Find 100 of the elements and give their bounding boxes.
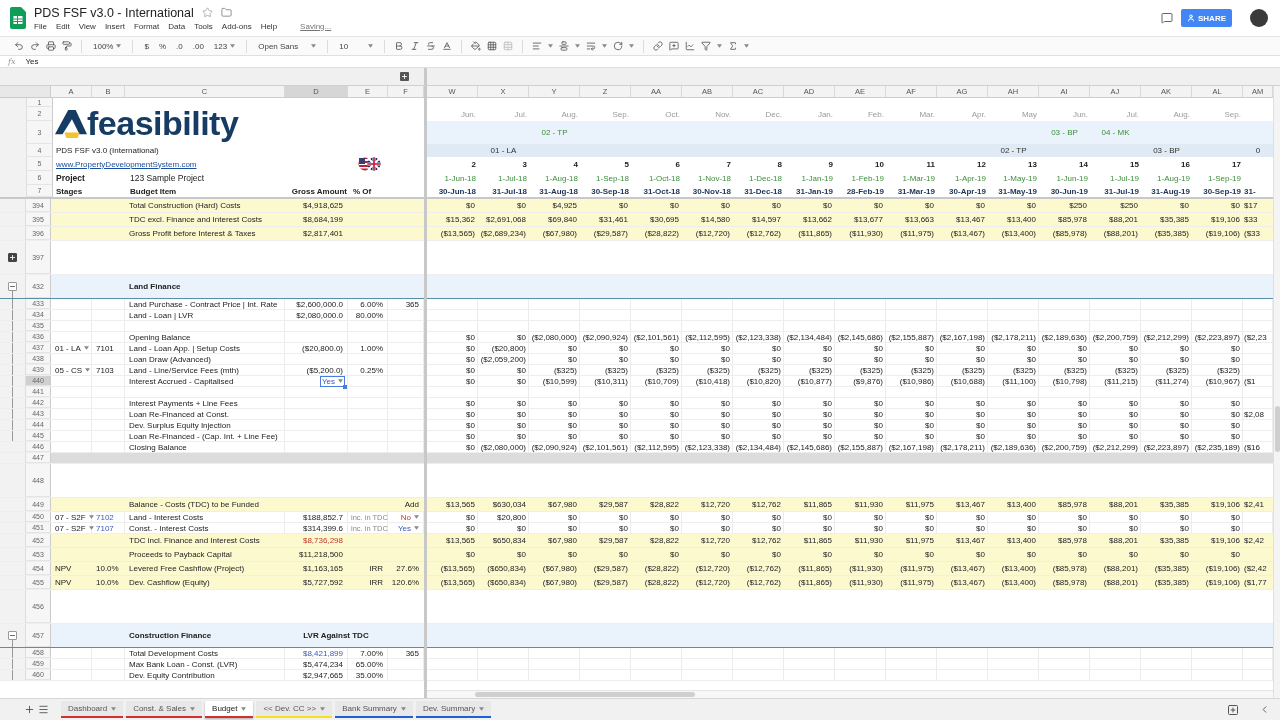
menu-item[interactable]: Data [168, 21, 186, 31]
menu-item[interactable]: Format [133, 21, 160, 31]
rate-cell: 65.00% [354, 659, 384, 669]
value-cell: $0 [925, 354, 934, 364]
sheet-tab[interactable]: Dev. Summary [415, 701, 492, 718]
amount-cell: $8,421,899 [301, 648, 344, 658]
month-label: Sep. [1224, 109, 1241, 119]
sheet-tab[interactable]: Dashboard [61, 701, 124, 718]
value-cell: ($325) [1012, 365, 1036, 375]
currency-format-button[interactable]: $ [142, 41, 151, 51]
scrollbar-thumb[interactable] [1275, 406, 1280, 452]
undo-icon[interactable] [14, 41, 24, 51]
sheet-tab[interactable]: Bank Summary [335, 701, 413, 718]
menu-item[interactable]: Tools [194, 21, 213, 31]
group-toggle[interactable] [8, 253, 17, 262]
decrease-decimals-button[interactable]: .0 [174, 41, 185, 51]
value-cell: $0 [1231, 523, 1240, 533]
value-cell: $0 [619, 398, 628, 408]
sheet-tab[interactable]: Budget [205, 701, 254, 718]
sheet-tab[interactable]: << Dev. CC >> [256, 701, 333, 718]
vertical-align-icon[interactable] [559, 41, 570, 51]
stage-cell[interactable]: 01 - LA [54, 343, 90, 353]
value-cell: $0 [976, 512, 985, 522]
menu-item[interactable]: Add-ons [221, 21, 252, 31]
redo-icon[interactable] [30, 41, 40, 51]
value-cell: ($28,822) [644, 578, 679, 587]
fill-color-icon[interactable] [471, 41, 482, 51]
italic-icon[interactable] [410, 41, 421, 51]
value-cell: $0 [466, 332, 475, 342]
stage-cell[interactable]: 07 - S2F [54, 523, 95, 533]
zoom-select[interactable]: 100% [91, 41, 124, 51]
value-cell: ($11,930) [849, 578, 883, 587]
option-cell[interactable]: No [399, 512, 420, 522]
group-toggle[interactable] [8, 631, 17, 640]
value-cell: $0 [925, 398, 934, 408]
add-column-button[interactable] [400, 72, 409, 81]
menu-item[interactable]: Insert [104, 21, 125, 31]
explore-icon[interactable] [1227, 703, 1239, 716]
text-color-icon[interactable] [442, 41, 453, 51]
functions-icon[interactable] [728, 41, 739, 51]
value-cell: ($20,800) [491, 343, 526, 353]
value-cell: ($325) [808, 365, 832, 375]
menu-item[interactable]: View [78, 21, 96, 31]
option-cell[interactable]: Yes [396, 523, 420, 533]
folder-icon[interactable] [220, 7, 232, 18]
stage-cell[interactable]: 07 - S2F [54, 512, 95, 522]
end-date: 31-Jul-19 [1104, 186, 1139, 196]
avatar[interactable] [1250, 9, 1268, 27]
menu-item[interactable]: Edit [55, 21, 70, 31]
value-cell: $0 [1180, 409, 1189, 419]
borders-icon[interactable] [487, 41, 498, 51]
caret-icon [190, 706, 196, 711]
sheets-icon[interactable] [10, 7, 26, 29]
bold-icon[interactable] [394, 41, 405, 51]
document-title[interactable]: PDS FSF v3.0 - International [34, 5, 194, 20]
add-sheet-icon[interactable] [24, 704, 35, 715]
group-toggle[interactable] [8, 282, 17, 291]
all-sheets-icon[interactable] [38, 704, 49, 715]
comment-icon[interactable] [669, 41, 680, 51]
end-date: 31-Aug-19 [1151, 186, 1190, 196]
end-date: 30-Apr-19 [949, 186, 986, 196]
filter-icon[interactable] [701, 41, 712, 51]
align-icon[interactable] [532, 41, 543, 51]
stage-cell[interactable]: 05 - CS [54, 365, 92, 375]
budget-item: Total Construction (Hard) Costs [128, 201, 242, 210]
percent-format-button[interactable]: % [156, 41, 169, 51]
share-button[interactable]: SHARE [1181, 9, 1232, 27]
scrollbar-thumb[interactable] [475, 692, 695, 697]
number-format-select[interactable]: 123 [211, 41, 238, 51]
value-cell: ($2,223,897) [1194, 332, 1240, 342]
value-cell: $0 [976, 431, 985, 441]
amount-cell[interactable]: Yes [320, 376, 344, 386]
website-link[interactable]: www.PropertyDevelopmentSystem.com [56, 159, 197, 169]
star-icon[interactable] [201, 7, 213, 18]
paint-format-icon[interactable] [62, 41, 72, 51]
sheet-tab[interactable]: Const. & Sales [126, 701, 203, 718]
formula-input[interactable]: Yes [25, 57, 39, 66]
merge-cells-icon[interactable] [503, 41, 514, 51]
increase-decimals-button[interactable]: .00 [190, 41, 206, 51]
rotate-icon[interactable] [613, 41, 624, 51]
print-icon[interactable] [46, 41, 56, 51]
strikethrough-icon[interactable] [426, 41, 437, 51]
wrap-icon[interactable] [586, 41, 597, 51]
month-label: Dec. [765, 109, 782, 119]
font-size-select[interactable]: 10 [337, 41, 376, 51]
fill-handle[interactable] [343, 384, 347, 389]
value-cell: $85,978 [1058, 536, 1087, 545]
comments-icon[interactable] [1161, 12, 1173, 24]
value-cell: ($11,274) [1155, 376, 1189, 386]
menu-item[interactable]: File [34, 21, 47, 31]
menu-item[interactable]: Help [260, 21, 278, 31]
value-cell: $0 [619, 512, 628, 522]
font-select[interactable]: Open Sans [256, 41, 319, 51]
period-number: 8 [777, 159, 782, 169]
value-cell: $13,467 [956, 215, 985, 224]
budget-item: Opening Balance [128, 332, 192, 342]
value-cell: $0 [1027, 398, 1036, 408]
chart-icon[interactable] [685, 41, 696, 51]
link-icon[interactable] [653, 41, 664, 51]
minus-icon [9, 632, 16, 639]
